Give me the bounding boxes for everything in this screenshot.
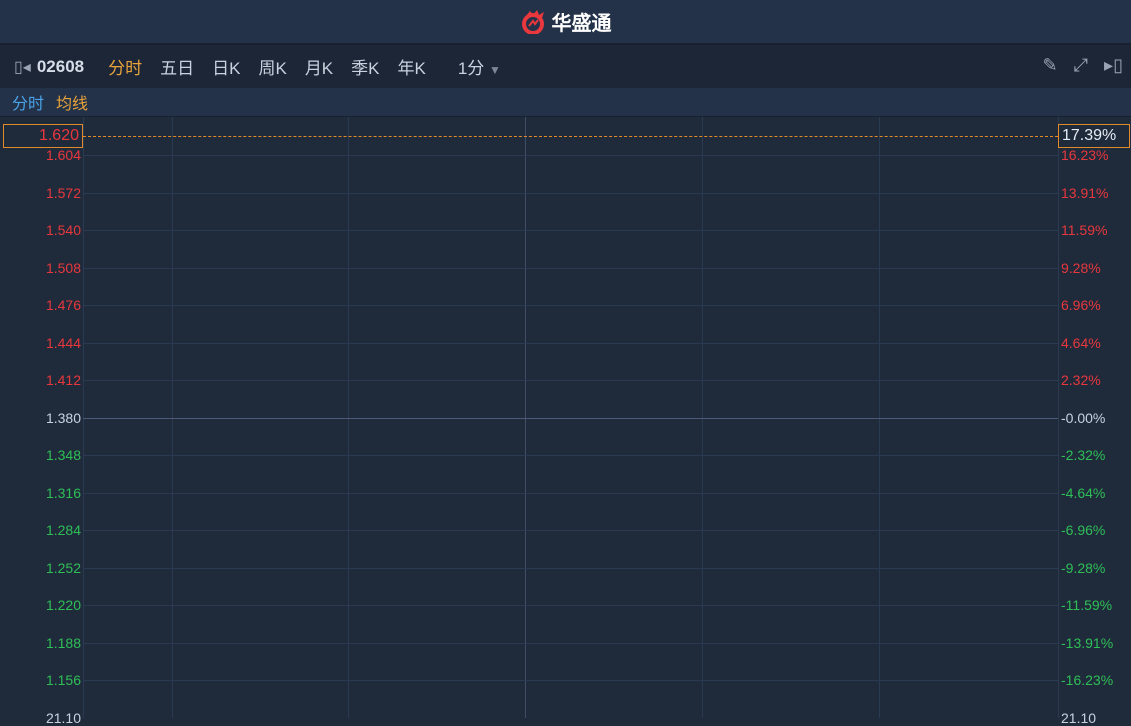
tab-yearly-k[interactable]: 年K <box>398 54 426 79</box>
tab-quarterly-k[interactable]: 季K <box>351 54 379 79</box>
intraday-label: 分时 <box>12 96 45 113</box>
pct-tick: -2.32% <box>1061 447 1106 463</box>
tab-monthly-k[interactable]: 月K <box>305 54 333 79</box>
grid-hline <box>83 305 1058 306</box>
tab-intraday[interactable]: 分时 <box>108 54 142 79</box>
grid-hline <box>83 417 1058 419</box>
fullscreen-icon[interactable]: ⤢ <box>1074 55 1088 76</box>
grid-hline <box>83 155 1058 156</box>
price-tick: 1.316 <box>45 484 81 501</box>
pct-tick: -16.23% <box>1061 672 1114 688</box>
price-tick: 1.604 <box>45 147 81 163</box>
grid-hline <box>83 380 1058 381</box>
collapse-left-icon[interactable]: ▯◂ <box>14 57 31 77</box>
title-bar: 华盛通 <box>0 0 1131 45</box>
grid-hline <box>83 642 1058 644</box>
grid-hline <box>83 230 1058 231</box>
huasheng-logo-icon <box>521 9 544 34</box>
pct-tick: -13.91% <box>1061 634 1114 651</box>
tab-weekly-k[interactable]: 周K <box>258 54 286 79</box>
price-tick: 1.540 <box>45 222 81 238</box>
price-tick: 1.348 <box>45 447 81 463</box>
price-tick: 1.444 <box>45 334 81 351</box>
pct-tick: 11.59% <box>1061 222 1108 238</box>
cursor-price-label: 1.620 <box>3 124 83 148</box>
grid-hline <box>83 680 1058 681</box>
interval-value: 1分 <box>457 59 485 78</box>
pct-tick: 13.91% <box>1061 184 1109 201</box>
pct-tick: 16.23% <box>1061 147 1109 163</box>
toolbar: ▯◂ 02608 分时 五日 日K 周K 月K 季K 年K 1分 ▼ ✎ ⤢ ▸… <box>0 45 1131 88</box>
axis-line <box>1058 117 1059 718</box>
price-tick: 1.380 <box>45 409 81 426</box>
grid-hline <box>83 567 1058 569</box>
chevron-down-icon: ▼ <box>489 63 501 77</box>
pct-tick: 2.32% <box>1061 372 1101 388</box>
price-tick: 1.188 <box>45 634 81 651</box>
grid-hline <box>83 530 1058 531</box>
grid-hline <box>83 492 1058 494</box>
pct-tick: -9.28% <box>1061 559 1106 576</box>
price-tick: 1.412 <box>45 372 81 388</box>
volume-tick: 21.10 <box>1061 710 1097 726</box>
tab-5day[interactable]: 五日 <box>160 54 194 79</box>
tab-daily-k[interactable]: 日K <box>212 54 240 79</box>
app-title: 华盛通 <box>551 13 612 35</box>
stock-code: 02608 <box>36 56 85 76</box>
collapse-right-icon[interactable]: ▸▯ <box>1104 55 1123 76</box>
price-tick: 1.508 <box>45 259 81 276</box>
pct-tick: -11.59% <box>1061 597 1113 613</box>
pct-tick: -4.64% <box>1061 484 1106 501</box>
pct-tick: -6.96% <box>1061 522 1106 538</box>
price-tick: 1.252 <box>45 559 81 576</box>
interval-dropdown[interactable]: 1分 ▼ <box>458 54 501 79</box>
grid-hline <box>83 455 1058 456</box>
price-tick: 1.156 <box>45 672 81 688</box>
price-tick: 1.476 <box>45 297 81 313</box>
grid-hline <box>83 267 1058 269</box>
grid-hline <box>83 192 1058 194</box>
ma-label: 均线 <box>56 96 89 113</box>
indicator-bar: 分时 均线 <box>0 88 1131 117</box>
pct-tick: -0.00% <box>1061 409 1106 426</box>
price-tick: 1.220 <box>45 597 81 613</box>
cursor-pct-label: 17.39% <box>1058 124 1130 148</box>
price-tick: 1.284 <box>45 522 81 538</box>
pct-tick: 6.96% <box>1061 297 1101 313</box>
cursor-line <box>83 136 1058 137</box>
pencil-icon[interactable]: ✎ <box>1043 55 1058 76</box>
grid-hline <box>83 342 1058 344</box>
volume-tick: 21.10 <box>45 710 81 726</box>
pct-tick: 4.64% <box>1061 334 1101 351</box>
pct-tick: 9.28% <box>1061 259 1101 276</box>
grid-hline <box>83 605 1058 606</box>
intraday-chart[interactable]: 1.604 16.23% 1.572 13.91% 1.540 11.59% 1.508 9.… <box>0 117 1131 726</box>
price-tick: 1.572 <box>45 184 81 201</box>
